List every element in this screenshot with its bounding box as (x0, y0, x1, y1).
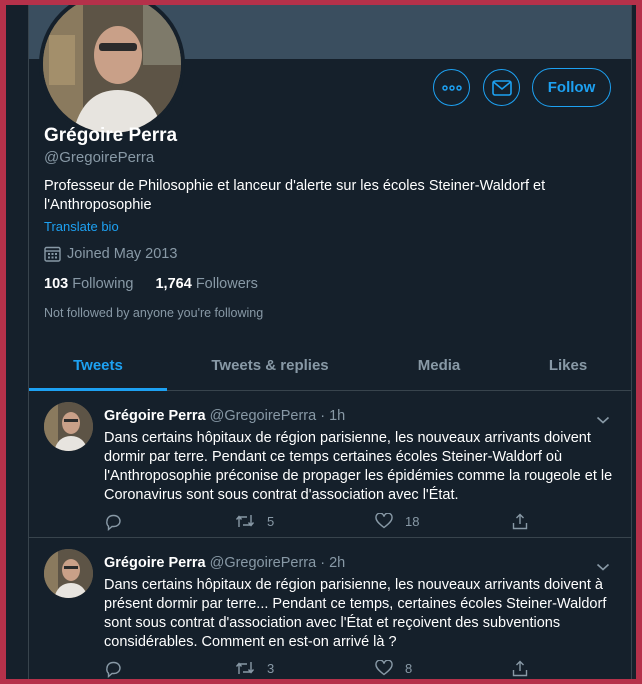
following-label: Following (72, 276, 134, 292)
tweet-time[interactable]: 1h (329, 408, 345, 424)
following-link[interactable]: 103 Following (44, 276, 133, 292)
like-count: 8 (405, 660, 413, 676)
tweet[interactable]: Grégoire Perra @GregoirePerra · 1h Dans … (29, 391, 631, 538)
tweet-time[interactable]: 2h (329, 555, 345, 571)
tab-tweets-replies[interactable]: Tweets & replies (167, 341, 373, 390)
follow-stats: 103 Following 1,764 Followers (44, 276, 258, 292)
followers-link[interactable]: 1,764 Followers (155, 276, 257, 292)
retweet-button[interactable]: 5 (235, 513, 274, 529)
reply-button[interactable] (104, 660, 122, 678)
follow-button[interactable]: Follow (532, 68, 611, 107)
heart-icon (375, 660, 393, 676)
mail-icon (491, 79, 512, 96)
tweet-menu-button[interactable] (596, 411, 610, 429)
message-button[interactable] (483, 69, 520, 106)
tweet-avatar[interactable] (44, 402, 93, 451)
share-icon (512, 513, 528, 530)
reply-icon (106, 514, 121, 531)
retweet-button[interactable]: 3 (235, 660, 274, 676)
retweet-count: 5 (267, 513, 275, 529)
like-button[interactable]: 8 (375, 660, 412, 676)
profile-handle: @GregoirePerra (44, 149, 155, 166)
tweet-text: Dans certains hôpitaux de région parisie… (104, 577, 607, 650)
profile-column: Follow Grégoire Perra @GregoirePerra Pro… (28, 5, 632, 679)
retweet-icon (235, 662, 255, 674)
not-followed-text: Not followed by anyone you're following (44, 306, 264, 320)
tab-tweets[interactable]: Tweets (29, 341, 167, 391)
heart-icon (375, 513, 393, 529)
joined-date: Joined May 2013 (44, 246, 177, 262)
tweet-menu-button[interactable] (596, 558, 610, 576)
joined-label: Joined May 2013 (67, 246, 178, 262)
calendar-icon (44, 246, 61, 262)
window-frame: Follow Grégoire Perra @GregoirePerra Pro… (6, 5, 636, 679)
share-button[interactable] (512, 660, 528, 677)
tab-media[interactable]: Media (373, 341, 505, 390)
tweet-header: Grégoire Perra @GregoirePerra · 2h (104, 555, 345, 571)
chevron-down-icon (596, 563, 610, 571)
more-icon (441, 84, 462, 91)
followers-count: 1,764 (155, 276, 192, 292)
like-count: 18 (405, 513, 420, 529)
tweet-separator: · (320, 408, 326, 424)
reply-button[interactable] (104, 513, 122, 531)
tweet-author-name[interactable]: Grégoire Perra (104, 555, 206, 571)
tweet[interactable]: Grégoire Perra @GregoirePerra · 2h Dans … (29, 538, 631, 679)
tweet-actions: 5 18 (104, 513, 564, 533)
profile-avatar[interactable] (39, 5, 185, 137)
tweet-author-handle[interactable]: @GregoirePerra (210, 555, 317, 571)
like-button[interactable]: 18 (375, 513, 419, 529)
tab-likes[interactable]: Likes (505, 341, 631, 390)
following-count: 103 (44, 276, 69, 292)
reply-icon (106, 661, 121, 678)
profile-tabs: Tweets Tweets & replies Media Likes (29, 341, 631, 391)
followers-label: Followers (195, 276, 258, 292)
tweet-author-name[interactable]: Grégoire Perra (104, 408, 206, 424)
tweet-author-handle[interactable]: @GregoirePerra (210, 408, 317, 424)
tweet-header: Grégoire Perra @GregoirePerra · 1h (104, 408, 345, 424)
profile-name: Grégoire Perra (44, 125, 178, 146)
more-options-button[interactable] (433, 69, 470, 106)
share-icon (512, 660, 528, 677)
chevron-down-icon (596, 416, 610, 424)
share-button[interactable] (512, 513, 528, 530)
retweet-icon (235, 515, 255, 527)
tweet-text: Dans certains hôpitaux de région parisie… (104, 430, 613, 503)
tweet-avatar[interactable] (44, 549, 93, 598)
tweet-actions: 3 8 (104, 660, 564, 679)
retweet-count: 3 (267, 660, 275, 676)
translate-bio-link[interactable]: Translate bio (44, 219, 119, 234)
tweet-separator: · (320, 555, 326, 571)
profile-bio: Professeur de Philosophie et lanceur d'a… (44, 178, 546, 213)
